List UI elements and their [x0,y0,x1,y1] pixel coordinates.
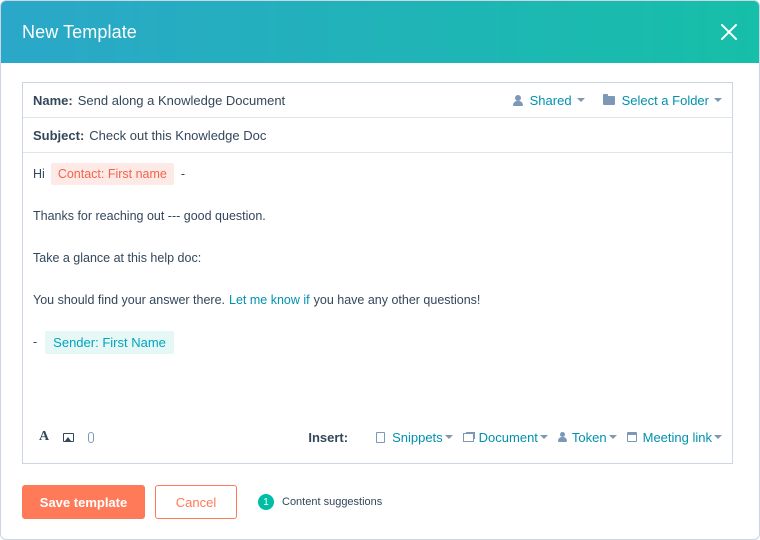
line3-after: you have any other questions! [313,292,481,307]
document-label: Document [478,429,538,445]
document-dropdown[interactable]: Document [462,429,548,445]
editor-toolbar: A Insert: Snippets Document Token Meetin… [23,411,732,463]
document-icon [462,432,474,442]
body-line-3: You should find your answer there. Let m… [33,290,722,310]
name-label: Name: [33,92,73,108]
body-line-signoff: - Sender: First Name [33,330,722,354]
meeting-link-dropdown[interactable]: Meeting link [626,429,722,445]
chevron-down-icon [714,98,722,102]
snippet-icon [376,431,386,443]
person-icon [557,432,567,442]
modal-footer: Save template Cancel 1 Content suggestio… [22,485,382,519]
chevron-down-icon [444,435,453,439]
line3-before: You should find your answer there. [33,292,226,307]
snippets-dropdown[interactable]: Snippets [376,430,453,445]
chevron-down-icon [714,435,722,439]
content-suggestions[interactable]: 1 Content suggestions [258,494,382,510]
suggestion-label: Content suggestions [282,496,383,508]
modal-header: New Template [1,1,759,63]
attach-button[interactable] [88,431,95,443]
suggestion-count-badge: 1 [258,494,274,510]
greeting-tail: - [180,166,186,181]
email-body[interactable]: Hi Contact: First name - Thanks for reac… [23,153,732,354]
subject-label: Subject: [33,127,85,143]
folder-dropdown[interactable]: Select a Folder [602,92,722,108]
chevron-down-icon [576,98,585,102]
cancel-button[interactable]: Cancel [155,485,237,519]
body-line-1: Thanks for reaching out --- good questio… [33,208,266,223]
folder-label: Select a Folder [621,92,709,108]
body-line-greeting: Hi Contact: First name - [33,162,722,186]
text-format-icon[interactable]: A [39,429,49,445]
attachment-icon [88,431,95,443]
meeting-link-label: Meeting link [642,429,712,445]
template-editor: Name: Send along a Knowledge Document Sh… [22,82,733,464]
signoff-dash: - [33,334,38,349]
image-icon [63,432,75,442]
calendar-icon [626,432,637,442]
chevron-down-icon [608,435,617,439]
folder-icon [602,93,615,105]
body-line-2: Take a glance at this help doc: [33,250,202,265]
close-icon[interactable] [719,22,739,42]
subject-input[interactable]: Check out this Knowledge Doc [89,128,266,143]
contact-token[interactable]: Contact: First name [50,162,174,186]
chevron-down-icon [539,435,548,439]
shared-label: Shared [529,92,572,108]
subject-row: Subject: Check out this Knowledge Doc [23,118,732,153]
greeting-text: Hi [33,166,45,181]
let-me-know-link[interactable]: Let me know if [229,294,310,307]
insert-image-button[interactable] [63,432,75,442]
modal-title: New Template [22,21,137,42]
token-label: Token [571,429,607,445]
save-template-button[interactable]: Save template [22,485,145,519]
person-icon [512,94,523,106]
name-input[interactable]: Send along a Knowledge Document [78,93,285,108]
token-dropdown[interactable]: Token [557,429,617,445]
shared-dropdown[interactable]: Shared [512,92,585,108]
new-template-modal: New Template Name: Send along a Knowledg… [0,0,760,540]
snippets-label: Snippets [392,429,443,445]
name-row: Name: Send along a Knowledge Document Sh… [23,83,732,118]
insert-label: Insert: [308,429,349,445]
sender-token[interactable]: Sender: First Name [45,330,174,354]
